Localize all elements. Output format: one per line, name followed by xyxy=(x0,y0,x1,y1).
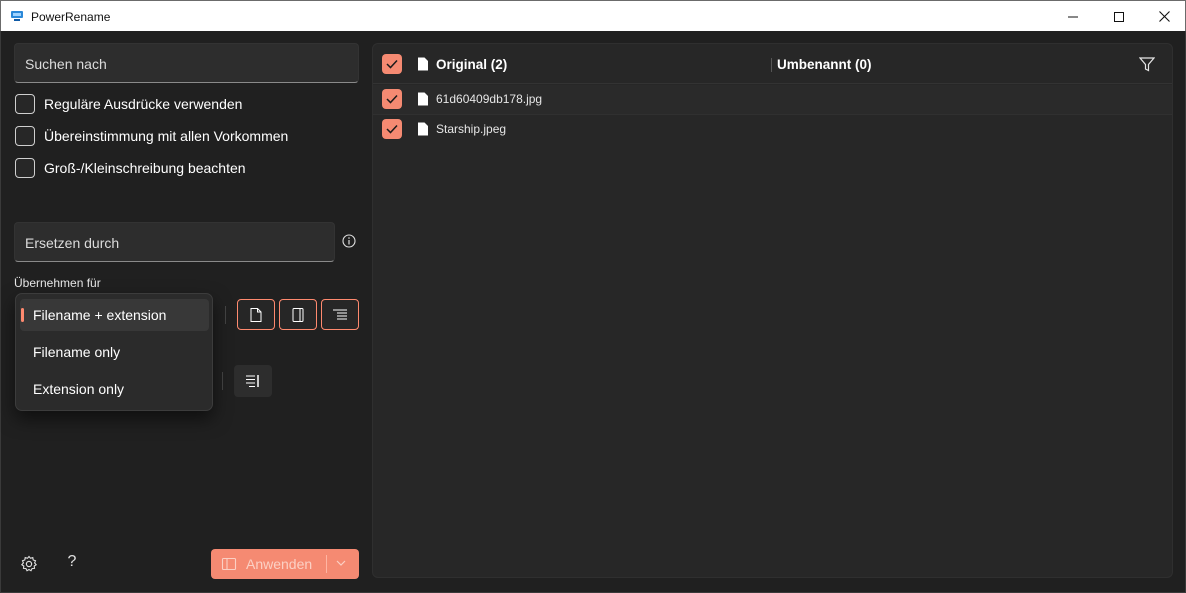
file-list-header: Original (2) Umbenannt (0) xyxy=(373,44,1172,84)
option-label: Extension only xyxy=(33,381,125,397)
regex-checkbox-row[interactable]: Reguläre Ausdrücke verwenden xyxy=(15,93,242,115)
app-icon xyxy=(11,11,23,21)
enumerate-items-toggle[interactable] xyxy=(234,365,272,397)
match-all-checkbox-row[interactable]: Übereinstimmung mit allen Vorkommen xyxy=(15,125,288,147)
apply-button-separator xyxy=(326,555,327,573)
close-icon xyxy=(1158,11,1170,22)
regex-checkbox[interactable] xyxy=(15,94,35,114)
search-placeholder: Suchen nach xyxy=(25,56,107,72)
maximize-icon xyxy=(1114,11,1124,22)
column-separator xyxy=(771,58,772,72)
replace-placeholder: Ersetzen durch xyxy=(25,235,120,251)
window-body: Suchen nach Reguläre Ausdrücke verwenden… xyxy=(0,31,1186,593)
replace-input[interactable]: Ersetzen durch xyxy=(14,222,335,262)
regex-label: Reguläre Ausdrücke verwenden xyxy=(44,96,243,112)
settings-icon[interactable] xyxy=(20,555,38,573)
folder-file-icon xyxy=(292,307,304,322)
apply-button[interactable]: Anwenden xyxy=(211,549,359,579)
subfolder-list-icon xyxy=(333,309,347,319)
apply-to-label: Übernehmen für xyxy=(14,276,101,290)
file-row[interactable]: Starship.jpeg xyxy=(373,114,1172,143)
file-icon xyxy=(418,92,428,106)
file-name: Starship.jpeg xyxy=(436,122,507,136)
help-icon[interactable]: ? xyxy=(63,553,81,571)
chevron-down-icon[interactable] xyxy=(335,557,347,569)
option-label: Filename + extension xyxy=(33,307,167,323)
checkmark-icon xyxy=(386,94,398,104)
apply-button-label: Anwenden xyxy=(246,556,313,572)
apply-icon xyxy=(221,557,237,571)
case-sensitive-checkbox[interactable] xyxy=(15,158,35,178)
file-row[interactable]: 61d60409db178.jpg xyxy=(373,85,1172,114)
minimize-icon xyxy=(1068,16,1078,17)
apply-to-dropdown: Filename + extension Filename only Exten… xyxy=(15,293,213,411)
dropdown-option-filename-only[interactable]: Filename only xyxy=(20,336,209,368)
info-icon[interactable] xyxy=(342,234,356,248)
minimize-button[interactable] xyxy=(1050,1,1096,32)
divider xyxy=(222,372,223,390)
file-icon xyxy=(418,57,428,71)
dropdown-option-filename-extension[interactable]: Filename + extension xyxy=(20,299,209,331)
case-sensitive-checkbox-row[interactable]: Groß-/Kleinschreibung beachten xyxy=(15,157,246,179)
file-icon xyxy=(250,307,262,322)
dropdown-option-extension-only[interactable]: Extension only xyxy=(20,373,209,405)
select-all-checkbox[interactable] xyxy=(382,54,402,74)
option-label: Filename only xyxy=(33,344,121,360)
original-column-header: Original (2) xyxy=(436,57,508,72)
maximize-button[interactable] xyxy=(1096,1,1142,32)
divider xyxy=(225,306,226,324)
filter-icon[interactable] xyxy=(1139,57,1155,72)
window-title: PowerRename xyxy=(31,10,111,24)
selection-indicator xyxy=(21,308,24,322)
file-checkbox[interactable] xyxy=(382,89,402,109)
checkmark-icon xyxy=(386,59,398,69)
exclude-subfolders-toggle[interactable] xyxy=(321,299,359,330)
title-bar: PowerRename xyxy=(0,0,1186,31)
exclude-folders-toggle[interactable] xyxy=(279,299,317,330)
file-icon xyxy=(418,122,428,136)
exclude-files-toggle[interactable] xyxy=(237,299,275,330)
file-name: 61d60409db178.jpg xyxy=(436,92,543,106)
file-list-panel: Original (2) Umbenannt (0) 61d60409db178… xyxy=(372,43,1173,578)
renamed-column-header: Umbenannt (0) xyxy=(777,57,872,72)
search-input[interactable]: Suchen nach xyxy=(14,43,359,83)
match-all-checkbox[interactable] xyxy=(15,126,35,146)
case-sensitive-label: Groß-/Kleinschreibung beachten xyxy=(44,160,246,176)
checkmark-icon xyxy=(386,124,398,134)
enumerate-icon xyxy=(246,375,259,387)
file-checkbox[interactable] xyxy=(382,119,402,139)
close-button[interactable] xyxy=(1141,1,1186,32)
match-all-label: Übereinstimmung mit allen Vorkommen xyxy=(44,128,289,144)
